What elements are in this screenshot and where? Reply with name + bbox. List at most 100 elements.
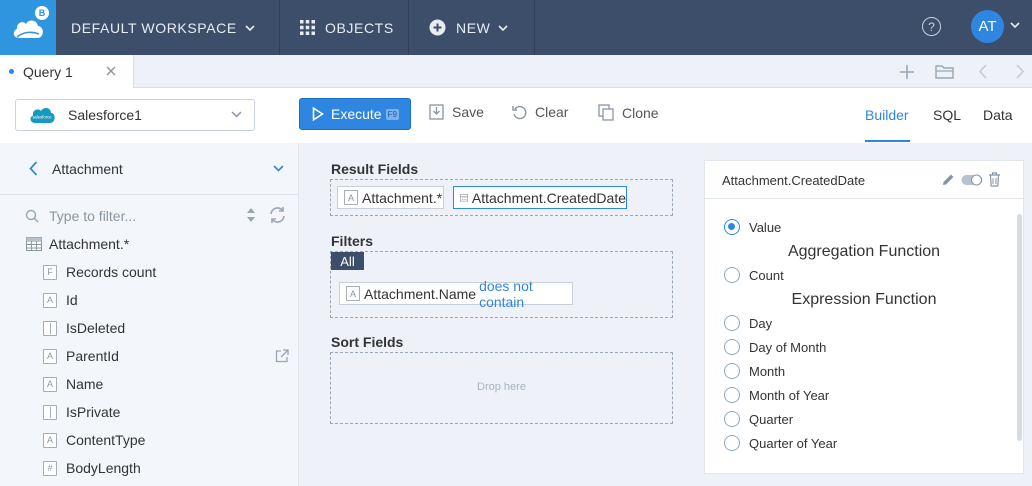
new-menu[interactable]: NEW: [409, 0, 535, 55]
chip-label: Attachment.CreatedDate: [471, 189, 626, 206]
query-builder: Result Fields A Attachment.* Attachment.…: [299, 143, 704, 486]
result-field-chip-selected[interactable]: Attachment.CreatedDate: [453, 186, 627, 209]
tree-item-id[interactable]: A Id: [43, 289, 78, 311]
pencil-icon[interactable]: [941, 173, 955, 187]
option-count[interactable]: Count: [724, 267, 784, 283]
tree-item-label: Records count: [66, 264, 157, 280]
option-label: Quarter: [749, 411, 794, 427]
radio-button[interactable]: [724, 339, 740, 355]
execute-button[interactable]: Execute F9: [299, 98, 411, 130]
help-icon[interactable]: ?: [922, 17, 941, 36]
tree-item-isdeleted[interactable]: IsDeleted: [43, 317, 125, 339]
save-button[interactable]: Save: [429, 104, 484, 120]
expression-heading: Expression Function: [791, 291, 937, 308]
sort-fields-zone[interactable]: Drop here: [330, 352, 673, 424]
function-icon: F: [43, 264, 57, 280]
chevron-down-icon: [498, 24, 509, 31]
tab-data[interactable]: Data: [983, 107, 1013, 123]
plus-circle-icon: [429, 19, 446, 36]
tree-item-bodylength[interactable]: # BodyLength: [43, 457, 141, 479]
chevron-down-icon: [231, 111, 242, 118]
result-fields-zone[interactable]: A Attachment.* Attachment.CreatedDate: [330, 179, 673, 216]
field-filter[interactable]: Type to filter...: [25, 206, 290, 226]
filter-operator[interactable]: does not contain: [479, 278, 572, 310]
drop-here-placeholder: Drop here: [477, 381, 526, 393]
calendar-icon: [460, 194, 468, 202]
radio-button[interactable]: [724, 315, 740, 331]
tab-sql[interactable]: SQL: [933, 107, 961, 123]
radio-button[interactable]: [724, 219, 740, 235]
field-properties-panel: Attachment.CreatedDate Value Aggregation…: [704, 160, 1024, 474]
result-field-chip[interactable]: A Attachment.*: [337, 186, 444, 209]
filter-condition-chip[interactable]: A Attachment.Name does not contain: [339, 278, 573, 310]
tree-item-contenttype[interactable]: A ContentType: [43, 429, 145, 451]
undo-icon: [512, 105, 527, 119]
properties-scrollbar[interactable]: [1017, 214, 1022, 441]
shortcut-badge: F9: [385, 108, 399, 120]
clear-button[interactable]: Clear: [512, 104, 568, 120]
tree-item-all-fields[interactable]: Attachment.*: [26, 233, 129, 255]
radio-button[interactable]: [724, 435, 740, 451]
radio-button[interactable]: [724, 267, 740, 283]
trash-icon[interactable]: [988, 172, 1001, 187]
tree-item-label: Attachment.*: [49, 236, 130, 252]
radio-button[interactable]: [724, 387, 740, 403]
objects-label: OBJECTS: [325, 19, 394, 36]
refresh-icon[interactable]: [268, 206, 287, 224]
result-fields-title: Result Fields: [331, 161, 419, 177]
workspace-menu[interactable]: DEFAULT WORKSPACE: [56, 0, 280, 55]
add-tab-button[interactable]: [899, 55, 915, 88]
toggle-icon[interactable]: [961, 174, 983, 186]
edition-badge: B: [35, 6, 49, 20]
objects-menu[interactable]: OBJECTS: [280, 0, 409, 55]
external-link-icon[interactable]: [275, 349, 289, 363]
radio-button[interactable]: [724, 363, 740, 379]
option-label: Month of Year: [749, 387, 830, 403]
tree-item-records-count[interactable]: F Records count: [43, 261, 156, 283]
tree-item-name[interactable]: A Name: [43, 373, 103, 395]
user-avatar[interactable]: AT: [971, 10, 1004, 43]
option-month[interactable]: Month: [724, 363, 785, 379]
app-logo[interactable]: B: [0, 0, 56, 55]
tree-item-parentid[interactable]: A ParentId: [43, 345, 290, 367]
filter-group-all[interactable]: All: [331, 252, 364, 270]
option-quarter-of-year[interactable]: Quarter of Year: [724, 435, 837, 451]
scroll-tabs-right-button[interactable]: [1015, 55, 1025, 88]
chevron-right-icon: [1016, 64, 1025, 79]
option-quarter[interactable]: Quarter: [724, 411, 793, 427]
text-type-icon: A: [43, 348, 57, 364]
close-icon[interactable]: [105, 65, 117, 77]
clone-button[interactable]: Clone: [598, 104, 659, 121]
option-label: Day of Month: [749, 339, 827, 355]
option-month-of-year[interactable]: Month of Year: [724, 387, 829, 403]
salesforce-logo-text: salesforce: [32, 115, 52, 120]
new-label: NEW: [456, 19, 491, 36]
folder-icon: [935, 65, 954, 79]
option-label: Count: [749, 267, 784, 283]
tab-query-1[interactable]: Query 1: [0, 55, 134, 88]
text-type-icon: A: [344, 190, 358, 205]
filters-zone[interactable]: All A Attachment.Name does not contain: [330, 251, 673, 318]
scroll-tabs-left-button[interactable]: [978, 55, 988, 88]
filter-input[interactable]: Type to filter...: [49, 208, 136, 224]
connection-select[interactable]: salesforce Salesforce1: [15, 99, 255, 131]
chevron-left-icon[interactable]: [29, 161, 38, 176]
tree-item-label: Name: [66, 376, 104, 392]
save-icon: [429, 104, 444, 120]
chevron-down-icon[interactable]: [1010, 22, 1020, 28]
tab-builder[interactable]: Builder: [865, 107, 909, 123]
connection-name: Salesforce1: [68, 107, 142, 123]
option-label: Quarter of Year: [749, 435, 838, 451]
tree-item-label: IsDeleted: [66, 320, 126, 336]
tree-item-label: ParentId: [66, 348, 119, 364]
open-query-button[interactable]: [935, 55, 954, 88]
option-value[interactable]: Value: [724, 219, 781, 235]
chevron-down-icon[interactable]: [273, 165, 284, 172]
option-day[interactable]: Day: [724, 315, 772, 331]
sort-icon[interactable]: [246, 206, 256, 224]
clone-label: Clone: [622, 104, 659, 121]
tree-item-isprivate[interactable]: IsPrivate: [43, 401, 120, 423]
plus-icon: [900, 64, 914, 79]
radio-button[interactable]: [724, 411, 740, 427]
option-day-of-month[interactable]: Day of Month: [724, 339, 826, 355]
